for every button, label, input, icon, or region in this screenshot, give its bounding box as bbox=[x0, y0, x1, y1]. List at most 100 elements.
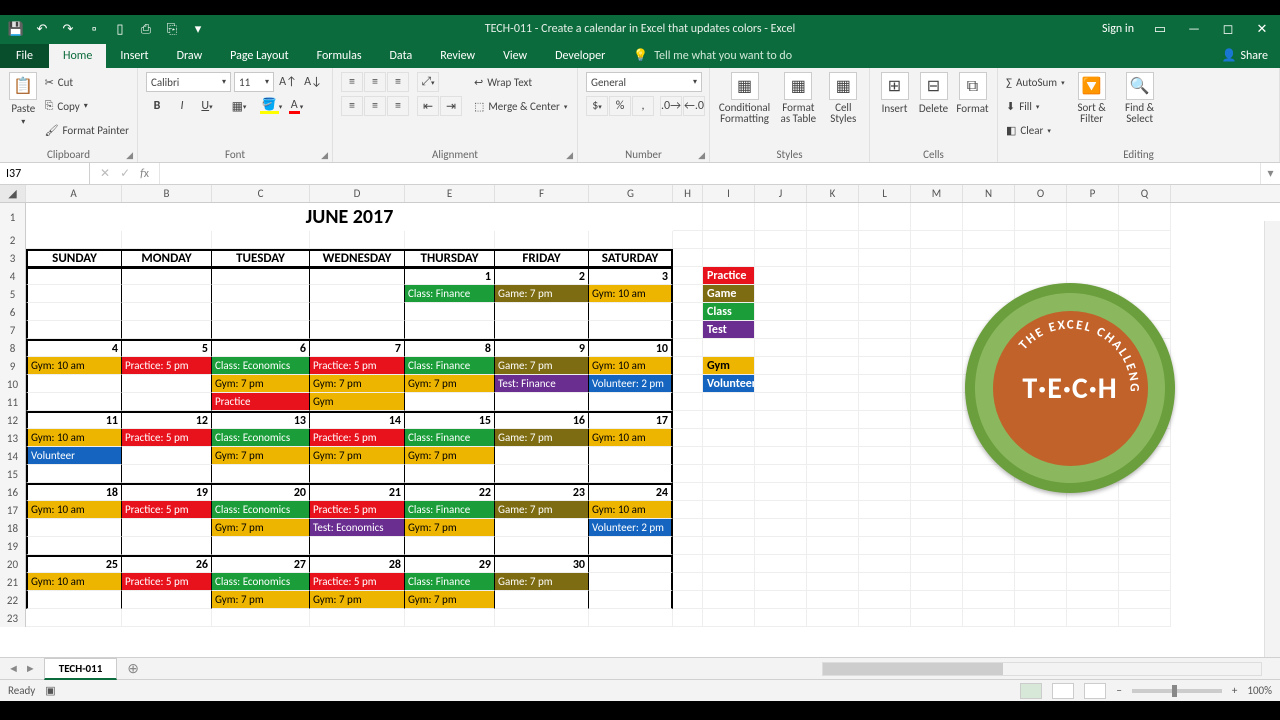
page-layout-view-icon[interactable] bbox=[1052, 683, 1074, 699]
event-cell[interactable]: Gym: 10 am bbox=[589, 429, 673, 447]
cell[interactable] bbox=[1119, 591, 1171, 609]
cell[interactable] bbox=[1119, 555, 1171, 573]
cell[interactable] bbox=[755, 339, 807, 357]
col-header-Q[interactable]: Q bbox=[1119, 185, 1171, 202]
cut-button[interactable]: ✂Cut bbox=[45, 72, 129, 92]
tab-pagelayout[interactable]: Page Layout bbox=[216, 44, 302, 68]
cell[interactable] bbox=[963, 501, 1015, 519]
cell[interactable] bbox=[859, 375, 911, 393]
next-sheet-icon[interactable]: ► bbox=[25, 662, 36, 675]
cell[interactable] bbox=[589, 591, 673, 609]
cell[interactable] bbox=[807, 203, 859, 231]
cell[interactable] bbox=[755, 375, 807, 393]
paste-button[interactable]: 📋 Paste▾ bbox=[8, 72, 39, 127]
event-cell[interactable]: Gym: 10 am bbox=[589, 357, 673, 375]
cell[interactable] bbox=[911, 483, 963, 501]
cell[interactable] bbox=[755, 285, 807, 303]
cell[interactable] bbox=[495, 447, 589, 465]
insert-cells-button[interactable]: ⊞Insert bbox=[878, 72, 911, 115]
tellme-search[interactable]: 💡Tell me what you want to do bbox=[619, 43, 806, 68]
minimize-icon[interactable]: — bbox=[1186, 21, 1202, 37]
cell[interactable] bbox=[703, 609, 755, 627]
event-cell[interactable]: Volunteer bbox=[26, 447, 122, 465]
row-header[interactable]: 16 bbox=[0, 483, 26, 501]
share-button[interactable]: 👤Share bbox=[1207, 43, 1280, 68]
cell[interactable] bbox=[495, 393, 589, 411]
row-header[interactable]: 22 bbox=[0, 591, 26, 609]
event-cell[interactable]: Practice: 5 pm bbox=[310, 501, 405, 519]
col-header-O[interactable]: O bbox=[1015, 185, 1067, 202]
col-header-L[interactable]: L bbox=[859, 185, 911, 202]
col-header-G[interactable]: G bbox=[589, 185, 673, 202]
event-cell[interactable]: Class: Economics bbox=[212, 573, 310, 591]
cell[interactable] bbox=[859, 285, 911, 303]
cell[interactable] bbox=[1015, 249, 1067, 267]
comma-icon[interactable]: , bbox=[632, 96, 654, 116]
font-color-button[interactable]: A▾ bbox=[285, 96, 307, 116]
find-select-button[interactable]: 🔍Find & Select bbox=[1119, 72, 1161, 124]
new-sheet-icon[interactable]: ⊕ bbox=[117, 660, 149, 677]
align-center-icon[interactable]: ≡ bbox=[364, 96, 386, 116]
cell[interactable] bbox=[1015, 609, 1067, 627]
cell[interactable] bbox=[911, 537, 963, 555]
cell[interactable] bbox=[1067, 537, 1119, 555]
event-cell[interactable]: Gym: 7 pm bbox=[405, 375, 495, 393]
formula-input[interactable] bbox=[160, 163, 1260, 184]
event-cell[interactable]: Class: Economics bbox=[212, 501, 310, 519]
cell[interactable] bbox=[963, 203, 1015, 231]
cell[interactable] bbox=[122, 519, 212, 537]
col-header-D[interactable]: D bbox=[310, 185, 405, 202]
increase-decimal-icon[interactable]: .0→ bbox=[660, 96, 682, 116]
tab-formulas[interactable]: Formulas bbox=[303, 44, 376, 68]
cell[interactable] bbox=[1067, 501, 1119, 519]
cell[interactable] bbox=[859, 321, 911, 339]
cell[interactable] bbox=[212, 465, 310, 483]
row-header[interactable]: 23 bbox=[0, 609, 26, 627]
cell[interactable] bbox=[911, 267, 963, 285]
cell[interactable] bbox=[589, 465, 673, 483]
col-header-C[interactable]: C bbox=[212, 185, 310, 202]
signin-link[interactable]: Sign in bbox=[1102, 22, 1134, 36]
event-cell[interactable]: Game: 7 pm bbox=[495, 501, 589, 519]
cell[interactable] bbox=[26, 303, 122, 321]
cell[interactable] bbox=[755, 321, 807, 339]
event-cell[interactable]: Gym: 10 am bbox=[589, 501, 673, 519]
cell[interactable] bbox=[755, 429, 807, 447]
increase-font-icon[interactable]: A↑ bbox=[277, 72, 299, 92]
event-cell[interactable]: Volunteer: 2 pm bbox=[589, 519, 673, 537]
close-icon[interactable]: ✕ bbox=[1254, 21, 1270, 37]
cell[interactable] bbox=[755, 357, 807, 375]
cell[interactable] bbox=[911, 501, 963, 519]
cell[interactable] bbox=[212, 303, 310, 321]
cell[interactable] bbox=[212, 285, 310, 303]
cell[interactable] bbox=[859, 519, 911, 537]
worksheet-grid[interactable]: ◢ABCDEFGHIJKLMNOPQ 1JUNE 201723SUNDAYMON… bbox=[0, 185, 1280, 657]
cell[interactable] bbox=[122, 375, 212, 393]
cell[interactable] bbox=[859, 411, 911, 429]
cell[interactable] bbox=[755, 465, 807, 483]
cell[interactable] bbox=[310, 465, 405, 483]
cell[interactable] bbox=[1067, 249, 1119, 267]
row-header[interactable]: 18 bbox=[0, 519, 26, 537]
cell[interactable] bbox=[755, 231, 807, 249]
event-cell[interactable]: Gym: 10 am bbox=[26, 573, 122, 591]
row-header[interactable]: 4 bbox=[0, 267, 26, 285]
event-cell[interactable]: Game: 7 pm bbox=[495, 285, 589, 303]
cell[interactable] bbox=[911, 591, 963, 609]
event-cell[interactable]: Gym: 7 pm bbox=[212, 519, 310, 537]
col-header-I[interactable]: I bbox=[703, 185, 755, 202]
cell[interactable] bbox=[122, 303, 212, 321]
cell[interactable] bbox=[911, 555, 963, 573]
sheet-tab[interactable]: TECH-011 bbox=[44, 658, 118, 680]
wrap-text-button[interactable]: ↩Wrap Text bbox=[474, 72, 567, 92]
cell[interactable] bbox=[807, 573, 859, 591]
align-bottom-icon[interactable]: ≡ bbox=[387, 72, 409, 92]
event-cell[interactable]: Class: Finance bbox=[405, 429, 495, 447]
cell[interactable] bbox=[859, 501, 911, 519]
row-header[interactable]: 9 bbox=[0, 357, 26, 375]
cell[interactable] bbox=[755, 267, 807, 285]
event-cell[interactable]: Gym: 10 am bbox=[26, 357, 122, 375]
cell[interactable] bbox=[405, 537, 495, 555]
cell[interactable] bbox=[1119, 519, 1171, 537]
cell[interactable] bbox=[26, 393, 122, 411]
